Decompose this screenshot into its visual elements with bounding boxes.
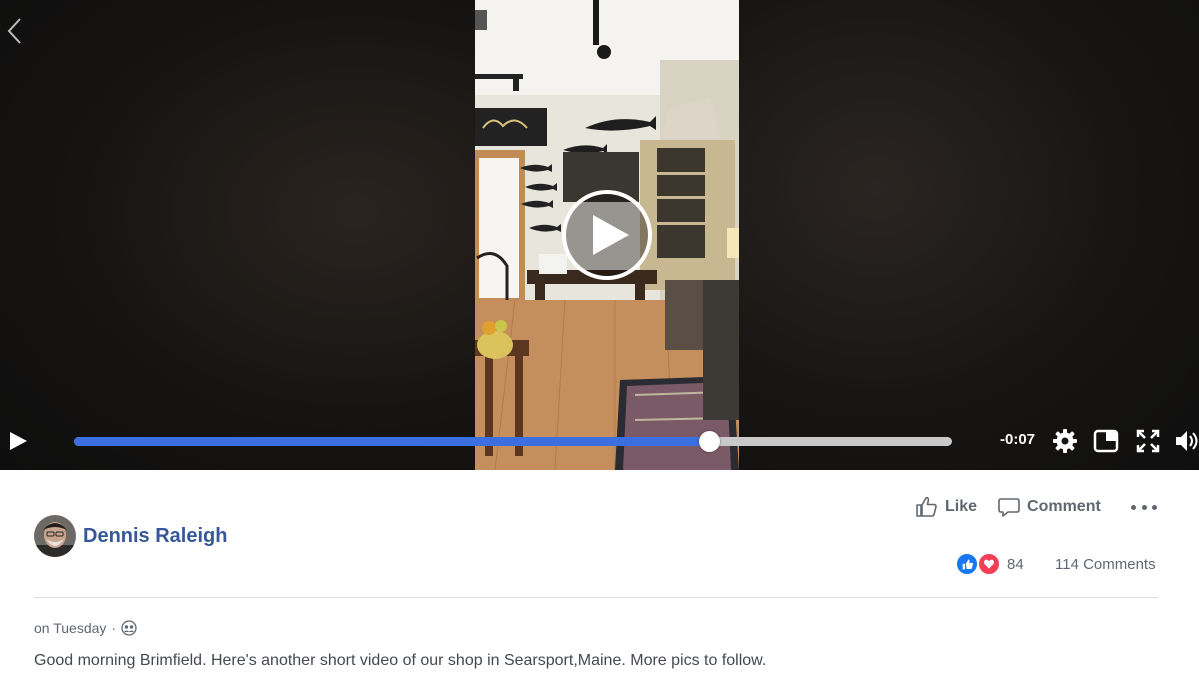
volume-icon [1176,431,1198,451]
chevron-left-icon [7,18,21,44]
fullscreen-button[interactable] [1135,428,1161,454]
play-overlay-button[interactable] [562,190,652,280]
progress-bar-handle[interactable] [698,431,720,452]
play-icon [10,432,27,450]
video-letterbox-right [739,0,1199,470]
avatar[interactable] [34,515,76,557]
post-actions: Like Comment [915,493,1101,521]
divider [34,597,1158,598]
play-circle-icon [593,215,629,255]
video-player[interactable]: -0:07 [0,0,1199,470]
like-label: Like [945,498,978,515]
play-button[interactable] [8,430,30,452]
like-button[interactable]: Like [915,495,977,519]
reaction-icons[interactable] [955,552,1003,576]
reaction-count[interactable]: 84 [1007,556,1024,573]
comment-label: Comment [1027,498,1101,515]
progress-bar-fill [74,437,709,446]
post-timestamp[interactable]: on Tuesday [34,620,106,636]
comment-icon [998,498,1020,517]
pip-icon [1093,429,1119,453]
post-author: Dennis Raleigh [34,515,227,557]
volume-button[interactable] [1174,428,1199,454]
thumbs-up-icon [916,496,937,517]
more-dot [1152,504,1157,510]
reactions-summary: 84 [955,552,1024,576]
progress-bar[interactable] [74,431,952,452]
meta-separator: · [111,620,117,636]
settings-button[interactable] [1052,428,1078,454]
time-remaining: -0:07 [1000,431,1036,448]
more-dot [1141,504,1147,510]
avatar-image [34,515,76,557]
video-letterbox-left [0,0,475,470]
like-reaction-icon [955,552,979,576]
picture-in-picture-button[interactable] [1093,428,1119,454]
author-name[interactable]: Dennis Raleigh [83,525,227,548]
post-text: Good morning Brimfield. Here's another s… [34,652,767,669]
comment-button[interactable]: Comment [997,495,1101,519]
back-button[interactable] [4,16,28,46]
more-options-button[interactable] [1131,497,1157,517]
friends-icon[interactable] [121,620,137,636]
fullscreen-icon [1136,429,1160,453]
comments-count[interactable]: 114 Comments [1055,556,1156,573]
post-meta: on Tuesday · [34,620,137,636]
gear-icon [1053,429,1077,453]
more-dot [1131,504,1136,510]
love-reaction-icon [977,552,1001,576]
